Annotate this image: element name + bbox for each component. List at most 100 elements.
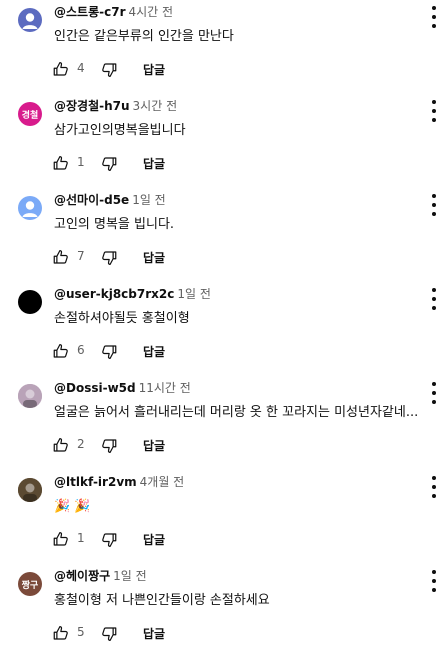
dislike-button[interactable] — [100, 343, 118, 361]
like-count: 1 — [77, 531, 85, 545]
dislike-button[interactable] — [100, 437, 118, 455]
thumbs-up-icon — [53, 250, 68, 264]
comment-actions: 7 답글 — [52, 248, 252, 268]
profile-photo-icon — [18, 478, 42, 502]
thumbs-up-icon — [53, 156, 68, 170]
dislike-button[interactable] — [100, 61, 118, 79]
like-button[interactable] — [52, 60, 70, 78]
like-count: 6 — [77, 343, 85, 357]
comment-time[interactable]: 4시간 전 — [128, 5, 173, 19]
comment-header: @user-kj8cb7rx2c 1일 전 — [54, 286, 211, 302]
author-name[interactable]: @ltlkf-ir2vm — [54, 475, 137, 489]
thumbs-up-icon — [53, 626, 68, 640]
thumbs-down-icon — [102, 345, 117, 359]
more-options-icon[interactable] — [428, 288, 440, 310]
dislike-button[interactable] — [100, 531, 118, 549]
avatar[interactable] — [18, 478, 42, 502]
thumbs-up-icon — [53, 62, 68, 76]
comment-actions: 4 답글 — [52, 60, 252, 80]
author-name[interactable]: @스트롱-c7r — [54, 5, 125, 19]
more-options-icon[interactable] — [428, 100, 440, 122]
avatar[interactable]: 짱구 — [18, 572, 42, 596]
comment-actions: 1 답글 — [52, 154, 252, 174]
like-count: 4 — [77, 61, 85, 75]
dislike-button[interactable] — [100, 155, 118, 173]
thumbs-up-icon — [53, 344, 68, 358]
author-name[interactable]: @Dossi-w5d — [54, 381, 136, 395]
comment-time[interactable]: 11시간 전 — [139, 381, 191, 395]
comment-header: @선마이-d5e 1일 전 — [54, 192, 166, 208]
like-button[interactable] — [52, 342, 70, 360]
comment-5: @Dossi-w5d 11시간 전 얼굴은 늙어서 흘러내리는데 머리랑 옷 한 … — [0, 376, 446, 470]
thumbs-down-icon — [102, 251, 117, 265]
comment-time[interactable]: 1일 전 — [113, 569, 147, 583]
comment-actions: 5 답글 — [52, 624, 252, 644]
comment-text: 얼굴은 늙어서 흘러내리는데 머리랑 옷 한 꼬라지는 미성년자같네... — [54, 405, 419, 420]
author-name[interactable]: @user-kj8cb7rx2c — [54, 287, 174, 301]
author-name[interactable]: @선마이-d5e — [54, 193, 129, 207]
comment-time[interactable]: 1일 전 — [177, 287, 211, 301]
avatar[interactable] — [18, 8, 42, 32]
reply-button[interactable]: 답글 — [143, 249, 165, 266]
more-options-icon[interactable] — [428, 570, 440, 592]
thumbs-down-icon — [102, 533, 117, 547]
comment-text: 인간은 같은부류의 인간을 만난다 — [54, 29, 234, 44]
reply-button[interactable]: 답글 — [143, 155, 165, 172]
thumbs-down-icon — [102, 63, 117, 77]
comment-header: @ltlkf-ir2vm 4개월 전 — [54, 474, 184, 490]
like-count: 7 — [77, 249, 85, 263]
thumbs-down-icon — [102, 157, 117, 171]
like-button[interactable] — [52, 624, 70, 642]
author-name[interactable]: @장경철-h7u — [54, 99, 130, 113]
avatar[interactable]: 경철 — [18, 102, 42, 126]
like-button[interactable] — [52, 248, 70, 266]
reply-button[interactable]: 답글 — [143, 343, 165, 360]
reply-button[interactable]: 답글 — [143, 61, 165, 78]
comment-text: 삼가고인의명복을빕니다 — [54, 123, 186, 138]
author-name[interactable]: @헤이짱구 — [54, 569, 110, 583]
like-count: 5 — [77, 625, 85, 639]
comment-2: 경철 @장경철-h7u 3시간 전 삼가고인의명복을빕니다 1 답글 — [0, 94, 446, 188]
comment-header: @헤이짱구 1일 전 — [54, 568, 147, 584]
comment-time[interactable]: 1일 전 — [132, 193, 166, 207]
comment-header: @Dossi-w5d 11시간 전 — [54, 380, 191, 396]
reply-button[interactable]: 답글 — [143, 625, 165, 642]
thumbs-up-icon — [53, 532, 68, 546]
dislike-button[interactable] — [100, 249, 118, 267]
avatar[interactable] — [18, 290, 42, 314]
comment-1: @스트롱-c7r 4시간 전 인간은 같은부류의 인간을 만난다 4 답글 — [0, 0, 446, 94]
thumbs-down-icon — [102, 439, 117, 453]
like-button[interactable] — [52, 436, 70, 454]
comment-4: @user-kj8cb7rx2c 1일 전 손절하셔야될듯 홍철이형 6 답글 — [0, 282, 446, 376]
more-options-icon[interactable] — [428, 6, 440, 28]
thumbs-up-icon — [53, 438, 68, 452]
like-count: 2 — [77, 437, 85, 451]
like-button[interactable] — [52, 530, 70, 548]
comment-actions: 1 답글 — [52, 530, 252, 550]
comment-header: @스트롱-c7r 4시간 전 — [54, 4, 173, 20]
like-count: 1 — [77, 155, 85, 169]
comment-actions: 6 답글 — [52, 342, 252, 362]
more-options-icon[interactable] — [428, 476, 440, 498]
comment-time[interactable]: 3시간 전 — [133, 99, 178, 113]
reply-button[interactable]: 답글 — [143, 437, 165, 454]
comment-text: 고인의 명복을 빕니다. — [54, 217, 175, 232]
avatar[interactable] — [18, 196, 42, 220]
reply-button[interactable]: 답글 — [143, 531, 165, 548]
comment-3: @선마이-d5e 1일 전 고인의 명복을 빕니다. 7 답글 — [0, 188, 446, 282]
comment-text: 홍철이형 저 나쁜인간들이랑 손절하세요 — [54, 593, 270, 608]
comment-text: 🎉 🎉 — [54, 499, 91, 514]
default-person-icon — [22, 201, 38, 217]
like-button[interactable] — [52, 154, 70, 172]
thumbs-down-icon — [102, 627, 117, 641]
comment-header: @장경철-h7u 3시간 전 — [54, 98, 177, 114]
more-options-icon[interactable] — [428, 382, 440, 404]
comment-time[interactable]: 4개월 전 — [140, 475, 185, 489]
default-person-icon — [22, 13, 38, 29]
avatar[interactable] — [18, 384, 42, 408]
profile-photo-icon — [18, 384, 42, 408]
more-options-icon[interactable] — [428, 194, 440, 216]
dislike-button[interactable] — [100, 625, 118, 643]
comment-actions: 2 답글 — [52, 436, 252, 456]
comment-6: @ltlkf-ir2vm 4개월 전 🎉 🎉 1 답글 — [0, 470, 446, 564]
